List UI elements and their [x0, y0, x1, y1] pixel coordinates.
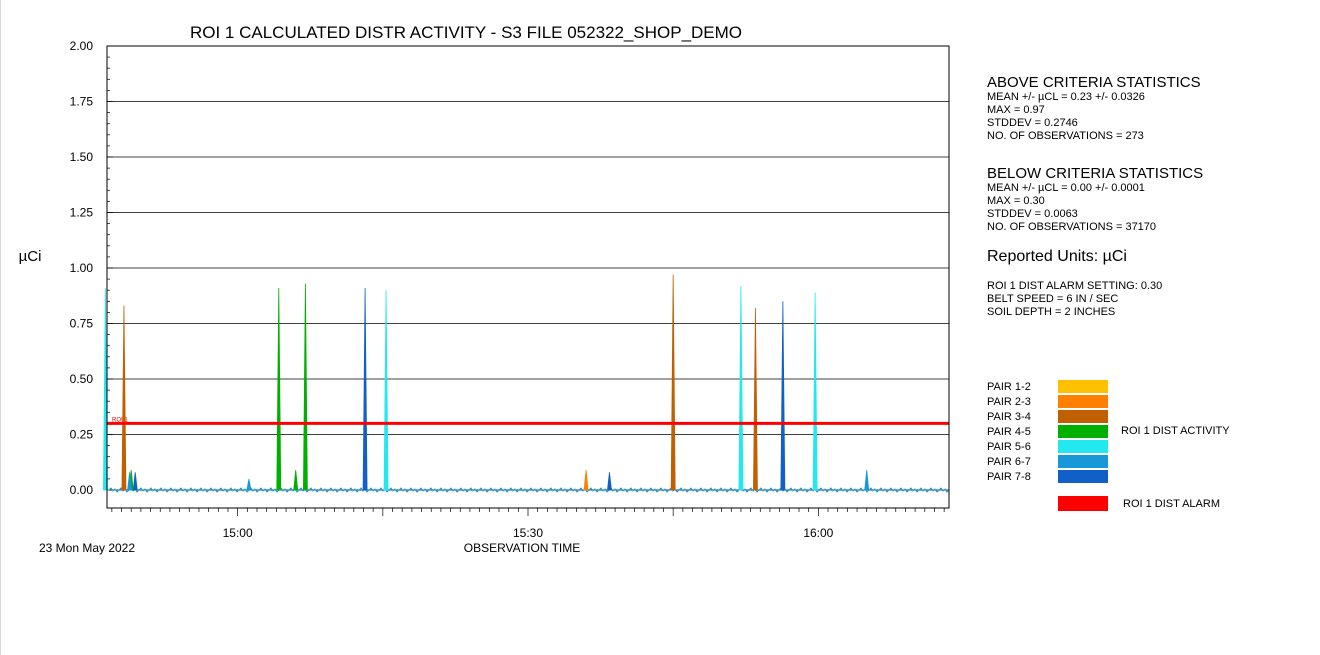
legend-item: PAIR 6-7 [987, 454, 1108, 469]
legend-swatch [1058, 455, 1108, 468]
legend-swatch [1058, 395, 1108, 408]
date-label: 23 Mon May 2022 [39, 541, 135, 555]
y-tick-label: 0.75 [70, 317, 94, 331]
legend-item: PAIR 4-5 [987, 424, 1108, 439]
y-tick-label: 1.00 [70, 261, 94, 275]
legend-swatch [1058, 380, 1108, 393]
legend-item: PAIR 5-6 [987, 439, 1108, 454]
reported-units: Reported Units: µCi [987, 248, 1127, 265]
peak-mark [276, 287, 282, 491]
x-tick-label: 15:00 [223, 526, 253, 540]
peak-mark [383, 290, 389, 491]
y-tick-label: 0.25 [70, 428, 94, 442]
y-tick-label: 0.50 [70, 372, 94, 386]
legend-item: PAIR 2-3 [987, 394, 1108, 409]
peak-mark [607, 472, 612, 491]
series-pair-2-3 [583, 469, 589, 491]
soil-depth: SOIL DEPTH = 2 INCHES [987, 306, 1116, 318]
y-tick-label: 2.00 [70, 39, 94, 53]
alarm-marker-label: ROI 1 [112, 417, 128, 423]
alarm-setting: ROI 1 DIST ALARM SETTING: 0.30 [987, 280, 1163, 292]
legend-item-label: PAIR 6-7 [987, 455, 1031, 468]
below-stddev: STDDEV = 0.0063 [987, 208, 1078, 220]
legend-swatch [1058, 410, 1108, 423]
below-criteria-section: BELOW CRITERIA STATISTICS MEAN +/- µCL =… [987, 165, 1307, 234]
above-max: MAX = 0.97 [987, 104, 1045, 116]
chart-title: ROI 1 CALCULATED DISTR ACTIVITY - S3 FIL… [190, 23, 742, 42]
series-pair-5-6 [102, 285, 818, 491]
peak-mark [738, 285, 744, 491]
above-mean: MEAN +/- µCL = 0.23 +/- 0.0326 [987, 91, 1145, 103]
legend-item: PAIR 7-8 [987, 469, 1108, 484]
series-pair-4-5 [128, 283, 308, 491]
y-tick-label: 1.25 [70, 206, 94, 220]
below-criteria-title: BELOW CRITERIA STATISTICS [987, 165, 1204, 182]
y-tick-label: 1.50 [70, 150, 94, 164]
legend-item-label: PAIR 3-4 [987, 410, 1031, 423]
x-tick-label: 15:30 [513, 526, 543, 540]
peak-mark [362, 287, 368, 491]
x-axis: 15:00 15:30 16:00 [111, 508, 945, 540]
legend-swatch [1058, 440, 1108, 453]
series-pair-7-8 [132, 287, 786, 491]
peak-mark [753, 307, 758, 491]
legend-group-label: ROI 1 DIST ACTIVITY [1121, 425, 1230, 437]
x-axis-title: OBSERVATION TIME [464, 541, 580, 555]
y-tick-label: 0.00 [70, 483, 94, 497]
legend-alarm-label: ROI 1 DIST ALARM [1123, 497, 1220, 510]
legend-item-label: PAIR 1-2 [987, 380, 1031, 393]
peak-mark [583, 469, 589, 491]
legend-alarm-row: ROI 1 DIST ALARM [987, 496, 1220, 511]
above-criteria-title: ABOVE CRITERIA STATISTICS [987, 74, 1201, 91]
peak-mark [132, 472, 138, 491]
y-axis-title: µCi [19, 248, 42, 265]
peak-mark [812, 292, 818, 491]
y-tick-label: 1.75 [70, 95, 94, 109]
legend-alarm-swatch [1058, 496, 1108, 511]
peak-mark [670, 274, 676, 491]
legend-item-label: PAIR 5-6 [987, 440, 1031, 453]
peak-mark [302, 283, 308, 491]
legend-item-label: PAIR 2-3 [987, 395, 1031, 408]
x-tick-label: 16:00 [803, 526, 833, 540]
above-observations: NO. OF OBSERVATIONS = 273 [987, 130, 1144, 142]
alarm-group: ROI 1 [107, 417, 949, 425]
belt-speed: BELT SPEED = 6 IN / SEC [987, 293, 1119, 305]
above-criteria-section: ABOVE CRITERIA STATISTICS MEAN +/- µCL =… [987, 74, 1307, 143]
below-observations: NO. OF OBSERVATIONS = 37170 [987, 221, 1157, 233]
series-pair-3-4 [121, 274, 758, 491]
legend-swatch [1058, 425, 1108, 438]
settings-section: ROI 1 DIST ALARM SETTING: 0.30 BELT SPEE… [987, 280, 1307, 319]
peak-mark [121, 305, 127, 491]
legend-item: PAIR 1-2 [987, 379, 1108, 394]
peak-mark [864, 469, 870, 491]
peak-mark [246, 478, 252, 491]
legend-swatch [1058, 470, 1108, 483]
legend-item-label: PAIR 7-8 [987, 470, 1031, 483]
above-stddev: STDDEV = 0.2746 [987, 117, 1078, 129]
series-group [102, 274, 950, 493]
legend-item: PAIR 3-4 [987, 409, 1108, 424]
below-mean: MEAN +/- µCL = 0.00 +/- 0.0001 [987, 182, 1145, 194]
below-max: MAX = 0.30 [987, 195, 1045, 207]
statistics-panel: ABOVE CRITERIA STATISTICS MEAN +/- µCL =… [987, 74, 1307, 319]
peak-mark [293, 469, 299, 491]
plot-frame [106, 45, 950, 509]
legend-item-label: PAIR 4-5 [987, 425, 1031, 438]
peak-mark [780, 301, 786, 491]
